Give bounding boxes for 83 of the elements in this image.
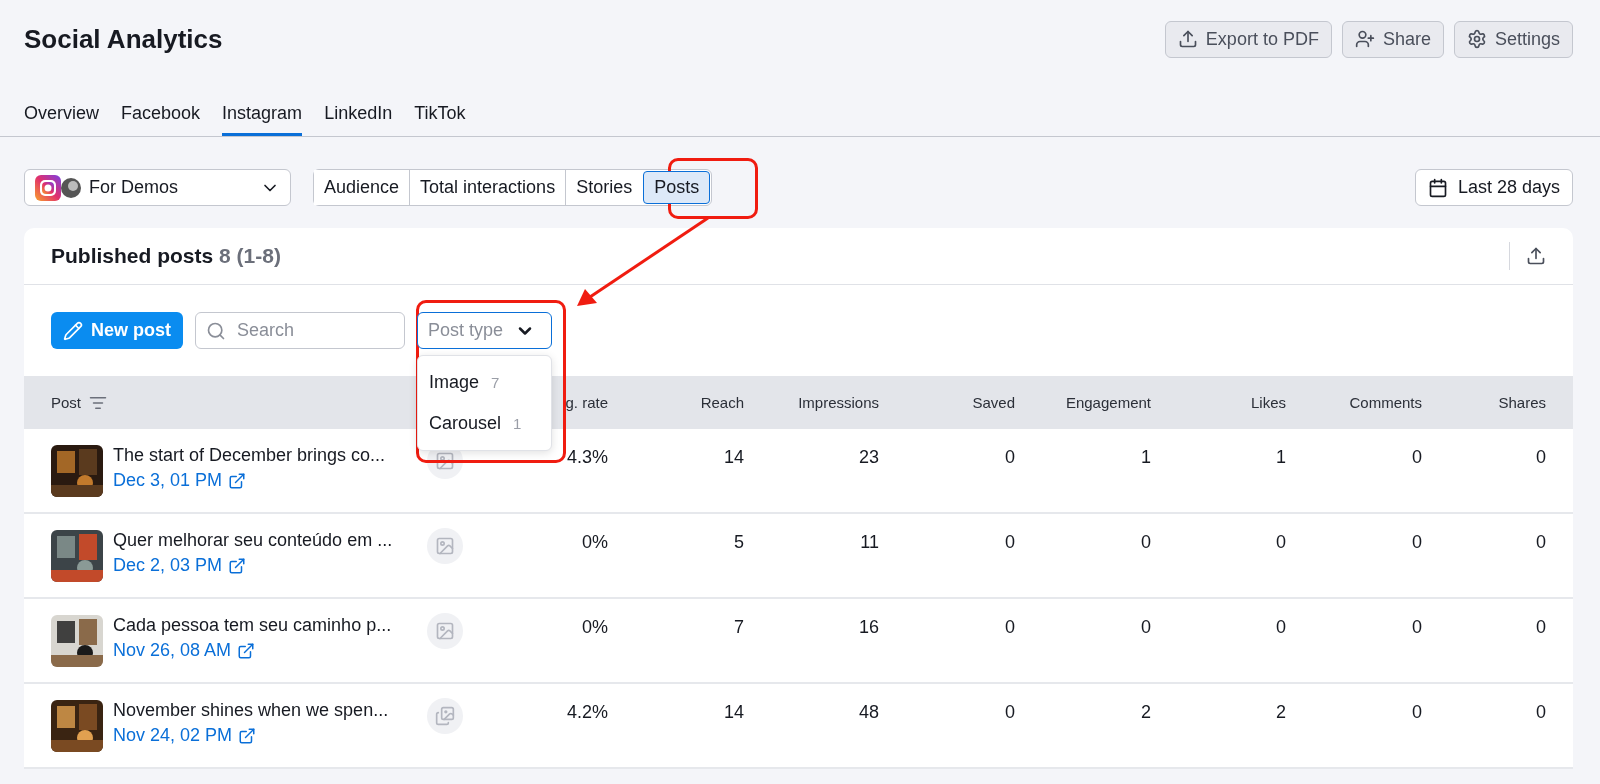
- search-icon: [206, 321, 226, 341]
- upload-icon: [1526, 246, 1546, 266]
- table-cell-text: 16: [857, 616, 879, 638]
- table-cell-text: 0: [1140, 616, 1151, 638]
- tab[interactable]: Facebook: [121, 103, 201, 136]
- table-cell-text: 0: [1275, 616, 1286, 638]
- external-link-icon: [228, 471, 247, 490]
- external-link-icon: [228, 556, 247, 575]
- post-caption: Quer melhorar seu conteúdo em ...: [113, 530, 393, 551]
- table-cell-text: 23: [857, 446, 879, 468]
- tab[interactable]: Overview: [24, 103, 99, 136]
- date-range-button[interactable]: Last 28 days: [1414, 169, 1573, 206]
- menu-option[interactable]: Image 7: [418, 362, 551, 403]
- card-title: Published posts 8 (1-8): [51, 244, 281, 268]
- table-cell-text: 2: [1275, 701, 1286, 723]
- calendar-icon: [1427, 177, 1448, 198]
- table-cell-text: 0: [1275, 531, 1286, 553]
- add-user-icon: [1354, 29, 1375, 49]
- post-date-link[interactable]: Nov 24, 02 PM: [113, 725, 389, 746]
- pencil-icon: [63, 320, 83, 341]
- account-select[interactable]: For Demos: [24, 169, 291, 206]
- table-cell-text: 5: [733, 531, 744, 553]
- table-cell-text: 2: [1140, 701, 1151, 723]
- table-cell-text: 48: [857, 701, 879, 723]
- table-cell-text: 1: [1275, 446, 1286, 468]
- table-cell-text: 0%: [581, 616, 608, 638]
- table-cell-text: 0: [1004, 616, 1015, 638]
- external-link-icon: [238, 726, 257, 745]
- column-header[interactable]: Shares: [1498, 394, 1546, 411]
- table-cell-text: 11: [859, 531, 879, 553]
- column-header[interactable]: Post: [51, 394, 81, 411]
- table-cell-text: 0: [1411, 531, 1422, 553]
- settings-button[interactable]: Settings: [1453, 20, 1573, 58]
- table-cell-text: 0: [1004, 531, 1015, 553]
- export-button[interactable]: [1526, 246, 1546, 266]
- account-avatars-icon: [35, 174, 81, 201]
- section-tab[interactable]: Posts: [643, 171, 711, 204]
- menu-option[interactable]: Carousel 1: [418, 403, 551, 444]
- column-header[interactable]: Reach: [700, 394, 744, 411]
- table-cell-text: 0: [1411, 446, 1422, 468]
- tab[interactable]: Instagram: [222, 103, 303, 136]
- table-cell-text: 0: [1411, 701, 1422, 723]
- images-icon: [435, 706, 455, 726]
- table-cell-text: 4.3%: [565, 446, 608, 468]
- column-header[interactable]: Saved: [972, 394, 1015, 411]
- image-icon: [435, 621, 455, 641]
- column-header[interactable]: Comments: [1349, 394, 1422, 411]
- post-date-link[interactable]: Dec 2, 03 PM: [113, 555, 393, 576]
- column-header[interactable]: Likes: [1250, 394, 1286, 411]
- post-caption: The start of December brings co...: [113, 445, 386, 466]
- table-cell-text: 0: [1411, 616, 1422, 638]
- table-cell-text: 0%: [581, 531, 608, 553]
- table-cell-text: 0: [1140, 531, 1151, 553]
- search-field[interactable]: Search: [195, 312, 405, 349]
- page-title: Social Analytics: [24, 23, 223, 55]
- table-cell-text: 0: [1535, 701, 1546, 723]
- image-icon: [435, 536, 455, 556]
- table-cell-text: 1: [1140, 446, 1151, 468]
- settings-icon: [1466, 29, 1487, 49]
- image-icon: [435, 451, 455, 471]
- column-header[interactable]: g. rate: [565, 394, 608, 411]
- table-cell-text: 0: [1535, 531, 1546, 553]
- post-date-link[interactable]: Nov 26, 08 AM: [113, 640, 392, 661]
- table-cell-text: 7: [733, 616, 744, 638]
- share-button[interactable]: Share: [1341, 20, 1444, 58]
- table-cell-text: 0: [1535, 446, 1546, 468]
- upload-icon: [1177, 29, 1198, 49]
- post-caption: November shines when we spen...: [113, 700, 389, 721]
- external-link-icon: [237, 641, 256, 660]
- tab[interactable]: TikTok: [414, 103, 466, 136]
- table-cell-text: 4.2%: [565, 701, 608, 723]
- account-name: For Demos: [89, 177, 179, 198]
- table-cell-text: 0: [1004, 701, 1015, 723]
- table-cell-text: 14: [722, 446, 744, 468]
- column-header[interactable]: Impressions: [798, 394, 879, 411]
- tab[interactable]: LinkedIn: [324, 103, 393, 136]
- post-caption: Cada pessoa tem seu caminho p...: [113, 615, 392, 636]
- column-header[interactable]: Engagement: [1065, 394, 1151, 411]
- table-cell-text: 0: [1535, 616, 1546, 638]
- table-cell-text: 0: [1004, 446, 1015, 468]
- post-date-link[interactable]: Dec 3, 01 PM: [113, 470, 386, 491]
- table-cell-text: 14: [722, 701, 744, 723]
- export-button[interactable]: Export to PDF: [1164, 20, 1332, 58]
